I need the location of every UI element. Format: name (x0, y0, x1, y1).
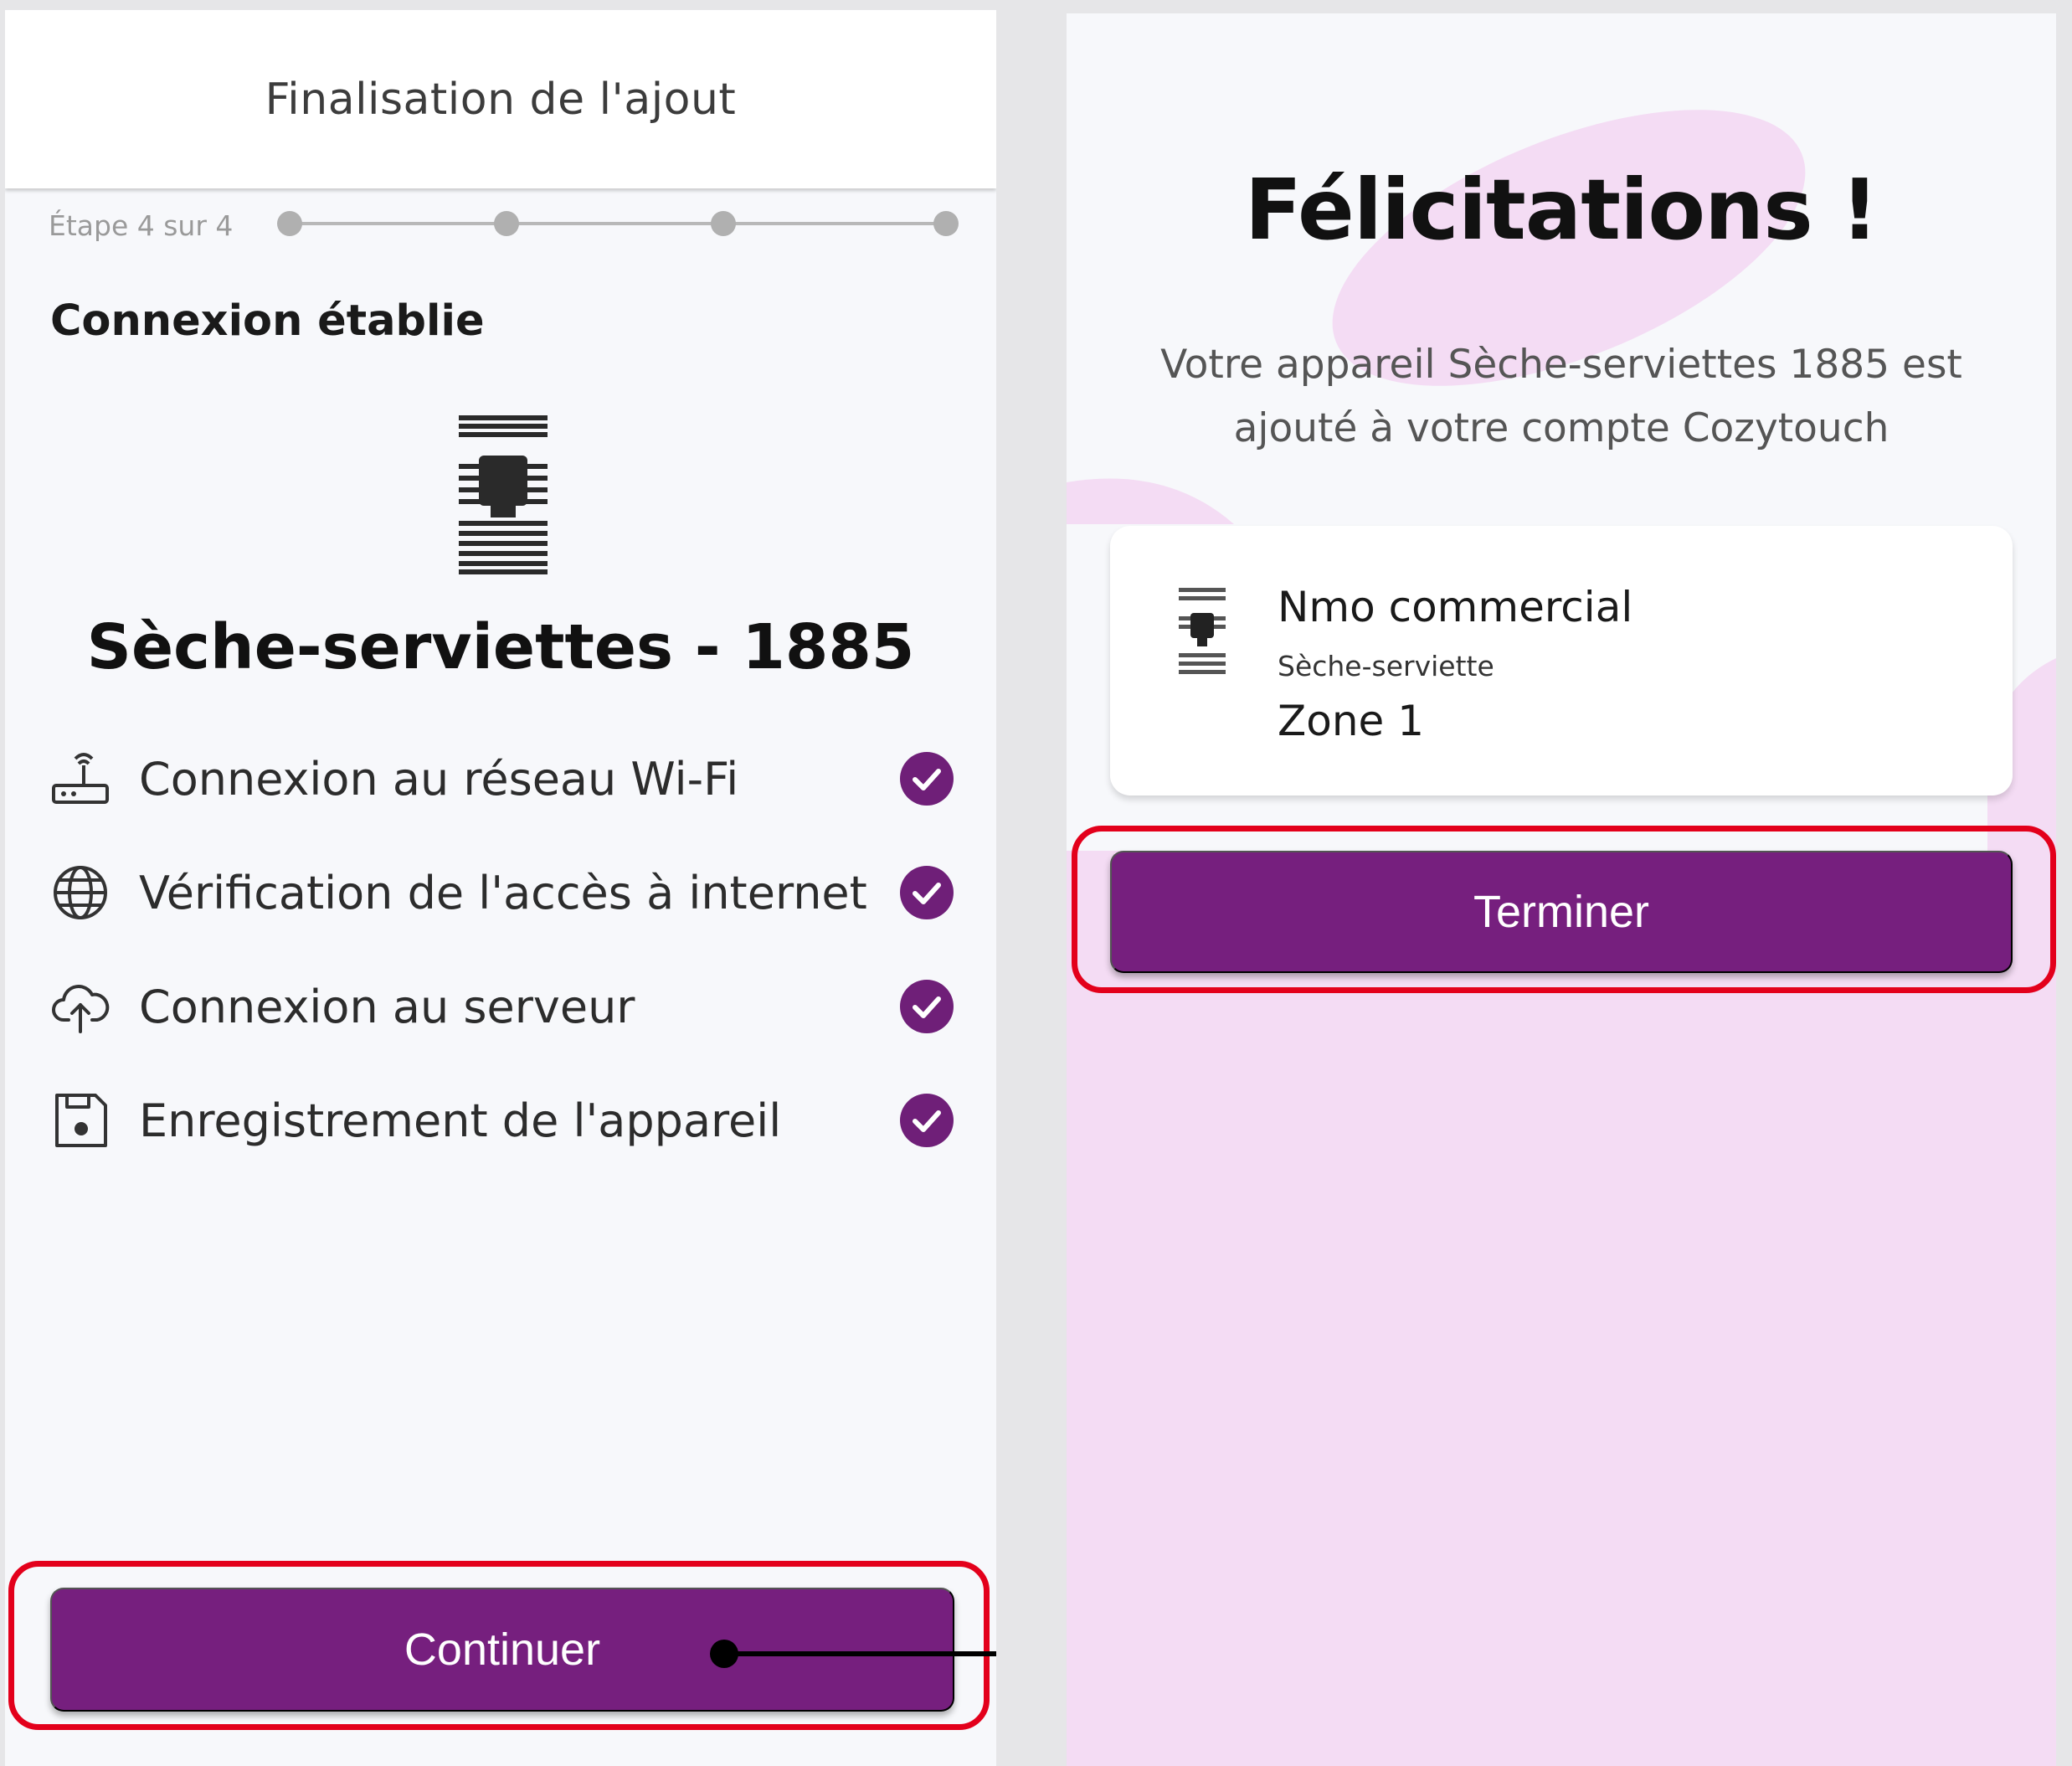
stepper-dot-4 (933, 211, 959, 236)
towel-radiator-icon (459, 415, 548, 574)
congrats-title: Félicitations ! (1244, 161, 1879, 259)
check-circle-icon (900, 866, 954, 919)
success-subtitle: Votre appareil Sèche-serviettes 1885 est… (1160, 342, 1962, 451)
step-label: Étape 4 sur 4 (49, 209, 234, 242)
towel-radiator-icon (1179, 588, 1226, 674)
checklist-label: Connexion au serveur (139, 980, 635, 1033)
device-name: Sèche-serviettes - 1885 (86, 611, 915, 683)
stepper-dot-3 (711, 211, 736, 236)
check-circle-icon (900, 980, 954, 1033)
checklist-label: Enregistrement de l'appareil (139, 1094, 782, 1147)
stepper-dot-2 (494, 211, 519, 236)
globe-icon (54, 866, 107, 919)
continue-highlight-box (8, 1561, 990, 1730)
finish-highlight-box (1072, 826, 2056, 993)
save-icon (55, 1094, 107, 1147)
connection-screen: Finalisation de l'ajout Étape 4 sur 4 Co… (5, 10, 996, 1766)
device-card-zone: Zone 1 (1278, 697, 1424, 745)
stepper-dot-1 (277, 211, 302, 236)
pointer-dot (710, 1640, 738, 1668)
stepper-track (290, 222, 946, 225)
check-circle-icon (900, 1094, 954, 1147)
section-title: Connexion établie (50, 296, 485, 346)
checklist-label: Vérification de l'accès à internet (139, 866, 867, 919)
cloud-upload-icon (52, 985, 110, 1033)
pointer-line (720, 1651, 996, 1656)
device-card-name: Nmo commercial (1278, 583, 1633, 631)
device-card-type: Sèche-serviette (1278, 650, 1494, 682)
checklist-item-internet: Vérification de l'accès à internet (50, 859, 954, 926)
checklist-label: Connexion au réseau Wi-Fi (139, 752, 739, 806)
checklist-item-wifi: Connexion au réseau Wi-Fi (50, 745, 954, 812)
router-icon (52, 753, 109, 804)
device-card: Nmo commercial Sèche-serviette Zone 1 (1110, 526, 2013, 795)
checklist-item-server: Connexion au serveur (50, 973, 954, 1040)
page-title: Finalisation de l'ajout (265, 74, 737, 125)
app-header: Finalisation de l'ajout (5, 10, 996, 188)
checklist-item-registration: Enregistrement de l'appareil (50, 1087, 954, 1154)
check-circle-icon (900, 752, 954, 806)
